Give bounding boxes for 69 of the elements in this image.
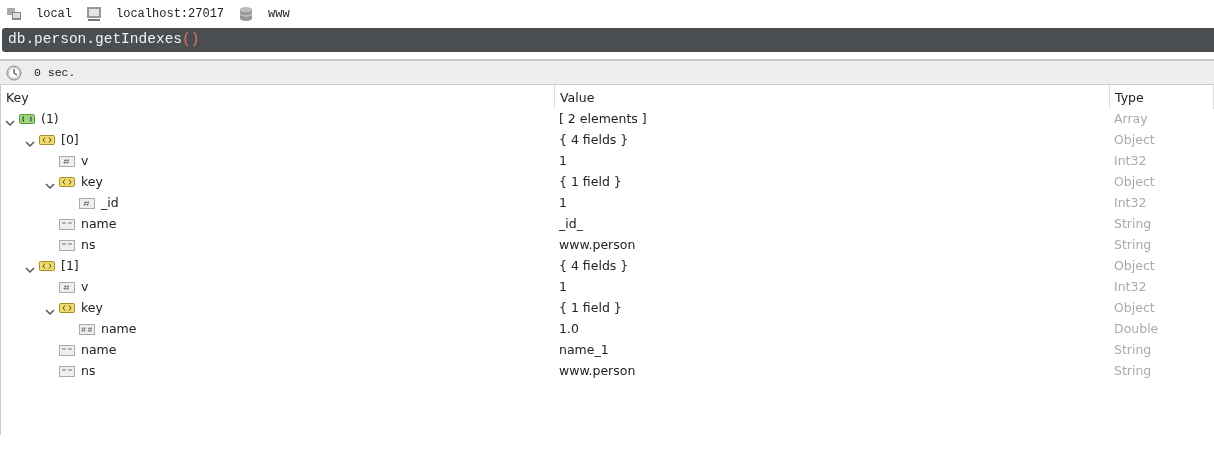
column-header[interactable]: Type [1110, 85, 1214, 109]
key-text: (1) [41, 110, 59, 129]
key-text: ns [81, 362, 96, 381]
type-text: Object [1114, 299, 1155, 318]
key-text: name [81, 341, 117, 360]
breadcrumb[interactable]: localhost:27017 [116, 5, 225, 23]
chevron-down-icon[interactable] [45, 308, 55, 318]
chevron-down-icon[interactable] [25, 266, 35, 276]
value-text: www.person [559, 362, 636, 381]
key-text: ns [81, 236, 96, 255]
value-text: name_1 [559, 341, 609, 360]
chevron-down-icon[interactable] [25, 140, 35, 150]
type-text: String [1114, 362, 1152, 381]
string-icon [59, 345, 75, 356]
string-icon [59, 219, 75, 230]
breadcrumb[interactable]: www [268, 5, 290, 23]
key-text: name [101, 320, 137, 339]
chevron-down-icon[interactable] [45, 182, 55, 192]
chevron-down-icon[interactable] [5, 119, 15, 129]
clock-icon [6, 64, 22, 81]
value-text: 1 [559, 152, 567, 171]
column-header[interactable]: Key [1, 85, 555, 109]
number-icon [59, 282, 75, 293]
type-text: Int32 [1114, 152, 1147, 171]
elapsed-time: 0 sec. [34, 64, 76, 81]
database-icon [238, 6, 255, 22]
value-text: www.person [559, 236, 636, 255]
key-text: name [81, 215, 117, 234]
type-text: Object [1114, 173, 1155, 192]
value-text: 1 [559, 194, 567, 213]
type-text: Object [1114, 131, 1155, 150]
array-icon [19, 114, 35, 125]
object-icon [39, 135, 55, 146]
type-text: Array [1114, 110, 1148, 129]
object-icon [59, 303, 75, 314]
value-text: { 4 fields } [559, 131, 629, 150]
type-text: String [1114, 236, 1152, 255]
number-icon [79, 198, 95, 209]
type-text: Int32 [1114, 194, 1147, 213]
string-icon [59, 366, 75, 377]
key-text: _id [101, 194, 119, 213]
type-text: String [1114, 341, 1152, 360]
key-text: v [81, 278, 89, 297]
key-text: [0] [61, 131, 79, 150]
object-icon [39, 261, 55, 272]
value-text: { 4 fields } [559, 257, 629, 276]
key-text: v [81, 152, 89, 171]
key-text: key [81, 173, 103, 192]
type-text: Object [1114, 257, 1155, 276]
value-text: [ 2 elements ] [559, 110, 647, 129]
number-icon [59, 156, 75, 167]
column-header[interactable]: Value [555, 85, 1110, 109]
query-editor[interactable]: db.person.getIndexes() [2, 28, 1214, 52]
type-text: Double [1114, 320, 1159, 339]
type-text: Int32 [1114, 278, 1147, 297]
value-text: { 1 field } [559, 299, 622, 318]
value-text: { 1 field } [559, 173, 622, 192]
key-text: [1] [61, 257, 79, 276]
object-icon [59, 177, 75, 188]
computers-icon [6, 6, 22, 22]
breadcrumb[interactable]: local [36, 5, 72, 23]
value-text: _id_ [559, 215, 583, 234]
value-text: 1.0 [559, 320, 579, 339]
string-icon [59, 240, 75, 251]
value-text: 1 [559, 278, 567, 297]
key-text: key [81, 299, 103, 318]
type-text: String [1114, 215, 1152, 234]
double-icon [79, 324, 95, 335]
monitor-icon [86, 6, 102, 22]
